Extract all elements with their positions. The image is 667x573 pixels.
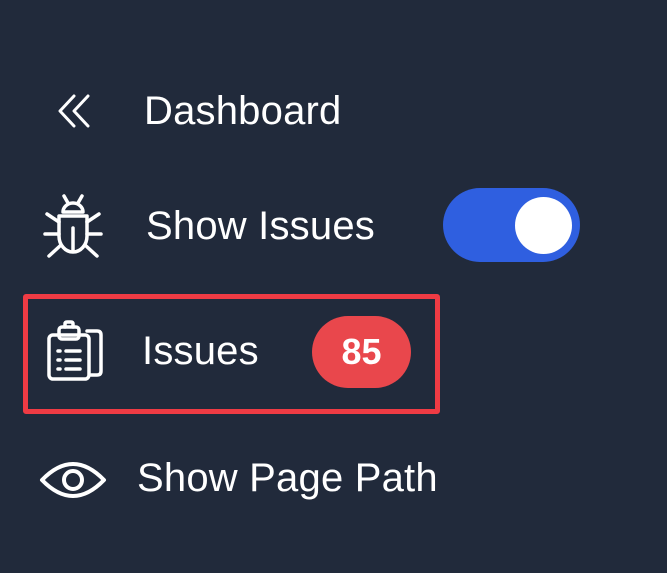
eye-icon xyxy=(40,462,106,498)
issues-count-badge: 85 xyxy=(312,316,411,388)
toggle-knob xyxy=(515,197,572,254)
show-page-path-item[interactable]: Show Page Path xyxy=(0,440,520,520)
bug-icon xyxy=(43,194,103,258)
show-page-path-label: Show Page Path xyxy=(137,456,438,500)
issues-item[interactable]: Issues 85 xyxy=(23,299,430,409)
issues-label: Issues xyxy=(142,329,259,373)
clipboard-list-icon xyxy=(47,320,103,381)
sidebar-panel: Dashboard Show Issues Issues 85 Show Pag… xyxy=(0,0,667,573)
show-issues-toggle[interactable] xyxy=(443,188,580,262)
show-issues-item: Show Issues xyxy=(0,186,600,266)
double-chevron-left-icon xyxy=(58,94,90,128)
dashboard-collapse-item[interactable]: Dashboard xyxy=(0,80,420,140)
dashboard-label: Dashboard xyxy=(144,89,342,133)
show-issues-label: Show Issues xyxy=(146,204,375,248)
